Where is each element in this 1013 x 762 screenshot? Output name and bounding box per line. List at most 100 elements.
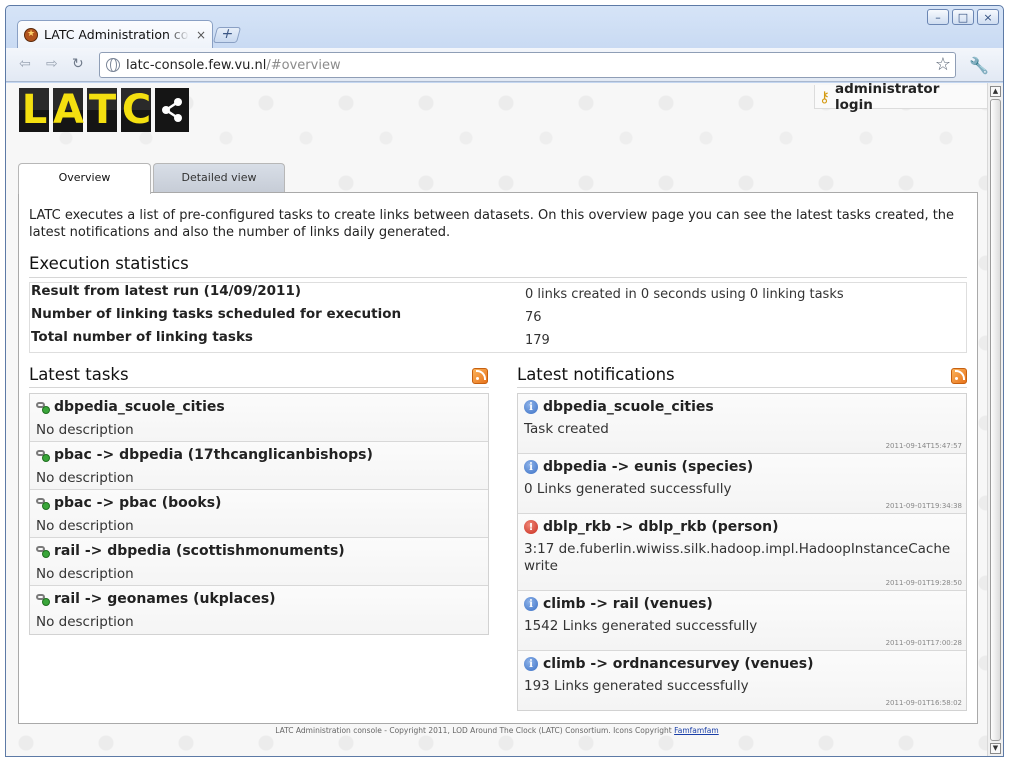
info-icon: i [524,460,538,474]
rss-feed-icon[interactable] [472,368,488,384]
task-title: pbac -> pbac (books) [36,495,221,511]
browser-tab[interactable]: ★ LATC Administration console × [17,20,213,48]
scroll-up-icon[interactable]: ▲ [990,86,1001,97]
stat-label: Number of linking tasks scheduled for ex… [31,306,402,322]
notification-timestamp: 2011-09-01T16:58:02 [885,699,962,707]
notification-title: i climb -> rail (venues) [524,596,713,612]
divider [29,277,967,278]
task-title: dbpedia_scuole_cities [36,399,225,415]
maximize-button[interactable]: □ [952,9,974,25]
logo-letter: T [87,87,117,133]
notification-text: 0 Links generated successfully [524,481,732,497]
link-add-icon [36,449,50,462]
stats-table: Result from latest run (14/09/2011) 0 li… [29,282,967,353]
globe-icon [106,58,120,72]
notification-timestamp: 2011-09-14T15:47:57 [885,442,962,450]
notification-item[interactable]: i climb -> ordnancesurvey (venues) 193 Li… [518,651,966,710]
notification-title: i dbpedia_scuole_cities [524,399,714,415]
task-description: No description [36,518,134,534]
notification-title: i dbpedia -> eunis (species) [524,459,753,475]
stat-value: 179 [525,333,550,348]
notification-item[interactable]: ! dblp_rkb -> dblp_rkb (person) 3:17 de.f… [518,514,966,591]
info-icon: i [524,400,538,414]
task-title: rail -> dbpedia (scottishmonuments) [36,543,345,559]
task-item[interactable]: dbpedia_scuole_cities No description [30,394,488,442]
notification-item[interactable]: i dbpedia -> eunis (species) 0 Links gene… [518,454,966,514]
new-tab-button[interactable]: + [212,26,242,43]
logo-letter: L [19,88,49,132]
notification-timestamp: 2011-09-01T19:28:50 [885,579,962,587]
logo-letter: C [121,87,151,133]
latest-notifications-heading: Latest notifications [517,365,675,384]
close-button[interactable]: × [977,9,999,25]
task-description: No description [36,470,134,486]
tab-close-icon[interactable]: × [196,28,206,42]
rss-feed-icon[interactable] [951,368,967,384]
task-description: No description [36,614,134,630]
reload-icon[interactable]: ↻ [72,56,84,72]
notification-text: 193 Links generated successfully [524,678,749,694]
notification-title: i climb -> ordnancesurvey (venues) [524,656,814,672]
stats-row: Result from latest run (14/09/2011) 0 li… [30,283,966,306]
famfamfam-link[interactable]: Famfamfam [674,726,719,735]
notification-item[interactable]: i dbpedia_scuole_cities Task created 2011… [518,394,966,454]
link-add-icon [36,497,50,510]
wrench-icon[interactable]: 🔧 [969,56,989,75]
task-title: pbac -> dbpedia (17thcanglicanbishops) [36,447,373,463]
url-text: latc-console.few.vu.nl/#overview [126,57,341,73]
tab-detailed-view[interactable]: Detailed view [153,163,285,193]
tasks-list: dbpedia_scuole_cities No description pba… [29,393,489,635]
logo-letter: A [53,87,84,133]
divider [29,387,489,388]
task-description: No description [36,422,134,438]
bookmark-star-icon[interactable]: ☆ [935,54,951,75]
notification-text: 3:17 de.fuberlin.wiwiss.silk.hadoop.impl… [524,541,951,574]
scroll-thumb[interactable] [990,99,1001,741]
scroll-down-icon[interactable]: ▼ [990,743,1001,754]
link-add-icon [36,401,50,414]
link-add-icon [36,545,50,558]
stats-row: Total number of linking tasks 179 [30,329,966,352]
latest-tasks-heading: Latest tasks [29,365,129,384]
favicon-icon: ★ [24,27,38,42]
forward-arrow-icon[interactable]: ⇨ [46,56,58,72]
task-item[interactable]: rail -> dbpedia (scottishmonuments) No d… [30,538,488,586]
stat-label: Result from latest run (14/09/2011) [31,283,302,299]
share-icon [155,88,189,132]
task-item[interactable]: rail -> geonames (ukplaces) No descripti… [30,586,488,634]
notifications-list: i dbpedia_scuole_cities Task created 2011… [517,393,967,711]
task-description: No description [36,566,134,582]
overview-panel: LATC executes a list of pre-configured t… [18,192,978,724]
notification-text: Task created [524,421,609,437]
stats-row: Number of linking tasks scheduled for ex… [30,306,966,329]
error-icon: ! [524,520,538,534]
execution-statistics-heading: Execution statistics [29,254,189,273]
browser-window: ★ LATC Administration console × + – □ × … [5,5,1004,757]
address-bar[interactable]: latc-console.few.vu.nl/#overview ☆ [99,52,956,78]
info-icon: i [524,657,538,671]
back-arrow-icon[interactable]: ⇦ [19,56,31,72]
stat-value: 76 [525,310,542,325]
notification-item[interactable]: i climb -> rail (venues) 1542 Links gener… [518,591,966,651]
task-item[interactable]: pbac -> pbac (books) No description [30,490,488,538]
footer: LATC Administration console - Copyright … [6,726,988,735]
task-title: rail -> geonames (ukplaces) [36,591,276,607]
info-icon: i [524,597,538,611]
intro-text: LATC executes a list of pre-configured t… [29,208,955,240]
stat-value: 0 links created in 0 seconds using 0 lin… [525,287,844,302]
vertical-scrollbar[interactable]: ▲ ▼ [987,83,1003,756]
minimize-button[interactable]: – [927,9,949,25]
notification-title: ! dblp_rkb -> dblp_rkb (person) [524,519,779,535]
tab-overview[interactable]: Overview [18,163,151,194]
latc-logo: L A T C [19,88,189,132]
admin-login-link[interactable]: ⚷ administrator login [814,83,988,113]
admin-login-label: administrator login [835,83,940,113]
notification-timestamp: 2011-09-01T17:00:28 [885,639,962,647]
notification-timestamp: 2011-09-01T19:34:38 [885,502,962,510]
task-item[interactable]: pbac -> dbpedia (17thcanglicanbishops) N… [30,442,488,490]
key-icon: ⚷ [819,87,830,106]
link-add-icon [36,593,50,606]
tab-title: LATC Administration console [44,27,189,42]
window-controls: – □ × [927,9,999,25]
title-bar: ★ LATC Administration console × + – □ × [6,6,1003,48]
